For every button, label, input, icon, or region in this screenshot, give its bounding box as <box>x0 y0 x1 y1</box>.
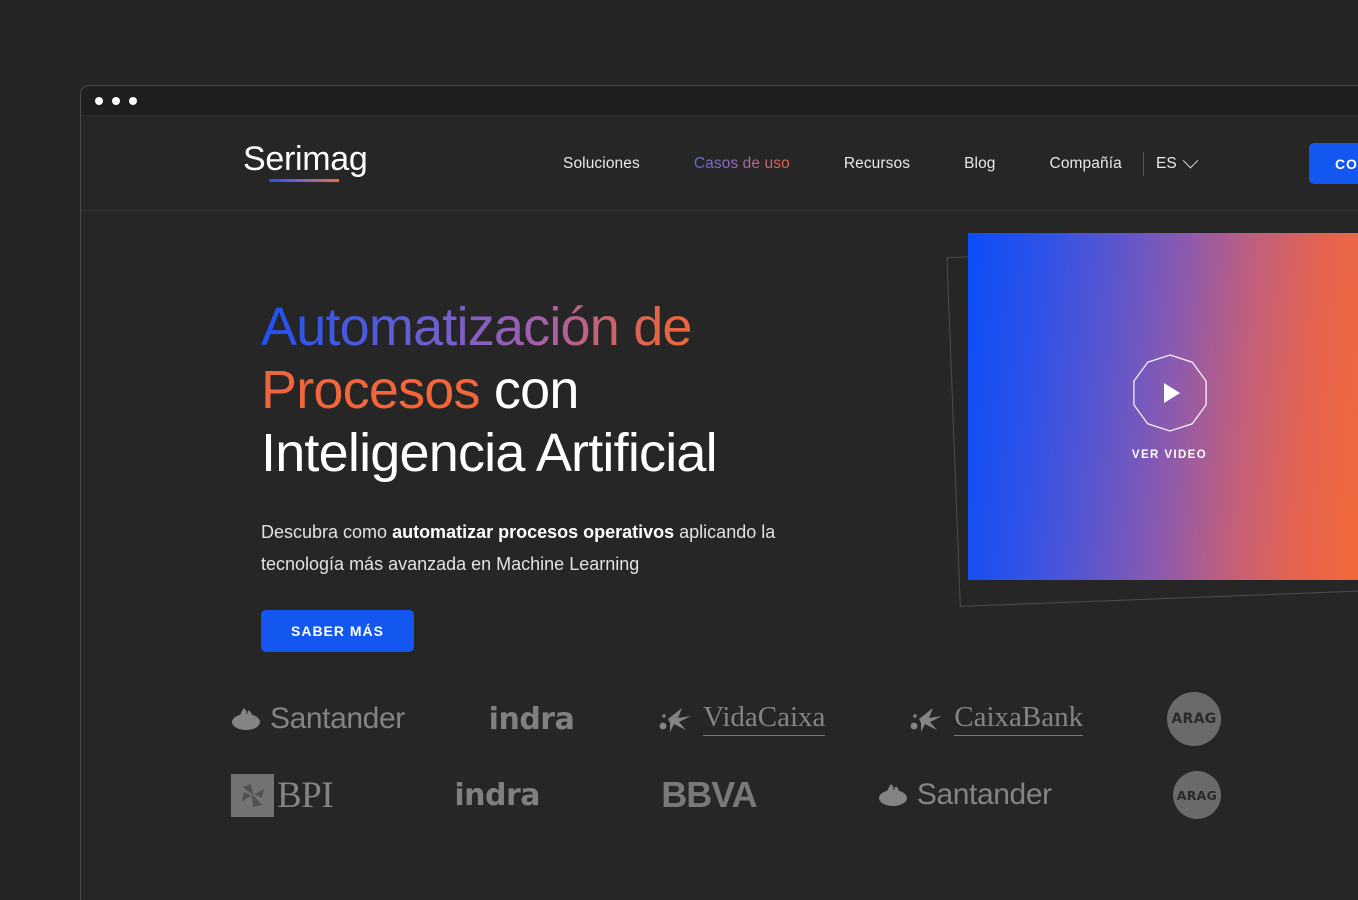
nav-item-blog[interactable]: Blog <box>937 155 1022 173</box>
minimize-icon[interactable] <box>112 96 120 105</box>
caixabank-wordmark: CaixaBank <box>954 702 1084 736</box>
nav-item-soluciones[interactable]: Soluciones <box>536 155 667 173</box>
headline-plain-part-2: Inteligencia Artificial <box>261 423 718 484</box>
client-logo-bbva: BBVA <box>661 774 757 816</box>
contact-cta-button[interactable]: CONTACTO <box>1309 143 1358 184</box>
client-logo-bpi: BPI <box>231 773 334 817</box>
santander-wordmark: Santander <box>916 778 1052 811</box>
client-logo-row-1: Santander indra VidaCaixa CaixaBank ARAG <box>231 681 1221 757</box>
video-gradient-panel[interactable]: VER VIDEO <box>968 233 1358 580</box>
client-logo-row-2: BPI indra BBVA Santander ARAG <box>231 757 1221 833</box>
hero-section: Automatización de Procesos con Inteligenc… <box>81 211 1358 681</box>
ver-video-label: VER VIDEO <box>1131 448 1208 461</box>
client-logo-vidacaixa: VidaCaixa <box>658 702 826 736</box>
caixa-star-icon <box>910 708 943 732</box>
bbva-wordmark: BBVA <box>661 774 757 815</box>
santander-flame-icon <box>232 708 260 730</box>
page-viewport: Serimag Soluciones Casos de uso Recursos… <box>81 116 1358 900</box>
hero-subtitle: Descubra como automatizar procesos opera… <box>261 516 821 580</box>
language-selector[interactable]: ES <box>1156 116 1198 211</box>
hero-video-area: VER VIDEO <box>871 211 1358 681</box>
subtitle-prefix: Descubra como <box>261 521 393 542</box>
browser-titlebar <box>81 86 1358 116</box>
nav-divider <box>1143 152 1144 176</box>
saber-mas-button[interactable]: SABER MÁS <box>261 609 415 652</box>
client-logo-arag-2: ARAG <box>1172 771 1221 819</box>
nav-item-recursos[interactable]: Recursos <box>817 155 937 173</box>
client-logos-section: Santander indra VidaCaixa CaixaBank ARAG… <box>81 681 1358 833</box>
chevron-down-icon <box>1182 152 1198 169</box>
logo-underline-accent <box>269 178 339 182</box>
headline-plain-part-1: con <box>479 360 579 421</box>
client-logo-indra: indra <box>489 702 575 737</box>
client-logo-caixabank: CaixaBank <box>909 702 1084 736</box>
vidacaixa-wordmark: VidaCaixa <box>703 702 826 736</box>
bpi-wordmark: BPI <box>277 774 334 816</box>
headline-gradient-part: Automatización de Procesos <box>261 297 692 421</box>
indra-wordmark: indra <box>488 701 575 737</box>
caixa-star-icon <box>659 708 692 732</box>
site-logo[interactable]: Serimag <box>243 140 368 182</box>
close-icon[interactable] <box>95 96 103 105</box>
bpi-pinwheel-icon <box>231 773 274 817</box>
site-header: Serimag Soluciones Casos de uso Recursos… <box>81 116 1358 211</box>
main-navigation: Soluciones Casos de uso Recursos Blog Co… <box>536 116 1149 211</box>
play-triangle-icon <box>1164 382 1180 403</box>
indra-wordmark: indra <box>454 777 540 813</box>
maximize-icon[interactable] <box>129 96 137 105</box>
logo-text: Serimag <box>243 140 368 178</box>
play-button-decagon <box>1130 353 1210 433</box>
client-logo-indra-2: indra <box>454 778 540 813</box>
client-logo-arag: ARAG <box>1166 692 1221 746</box>
arag-badge: ARAG <box>1166 692 1221 746</box>
client-logo-santander: Santander <box>231 702 405 736</box>
browser-window: Serimag Soluciones Casos de uso Recursos… <box>80 85 1358 900</box>
hero-copy: Automatización de Procesos con Inteligenc… <box>261 296 821 652</box>
play-video-control[interactable]: VER VIDEO <box>1130 353 1210 461</box>
santander-flame-icon <box>878 784 907 806</box>
subtitle-bold: automatizar procesos operativos <box>392 521 675 542</box>
language-label: ES <box>1156 154 1177 172</box>
page-title: Automatización de Procesos con Inteligenc… <box>261 296 821 486</box>
nav-item-compania[interactable]: Compañía <box>1023 155 1149 173</box>
arag-badge: ARAG <box>1172 771 1221 819</box>
client-logo-santander-2: Santander <box>878 778 1052 812</box>
santander-wordmark: Santander <box>270 702 405 735</box>
nav-item-casos-de-uso[interactable]: Casos de uso <box>667 155 817 173</box>
